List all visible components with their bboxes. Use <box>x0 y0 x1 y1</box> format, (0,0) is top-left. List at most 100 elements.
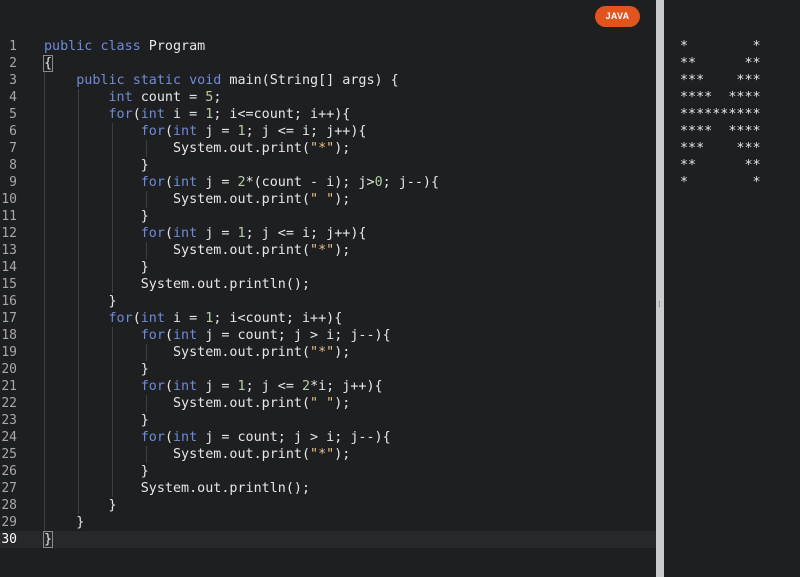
line-number: 26 <box>1 464 17 479</box>
indent-guide <box>146 242 147 259</box>
line-number: 17 <box>1 311 17 326</box>
line-number: 16 <box>1 294 17 309</box>
line-number: 13 <box>1 243 17 258</box>
code-line[interactable]: 6 for(int j = 1; j <= i; j++){ <box>0 123 656 140</box>
indent-guide <box>146 446 147 463</box>
indent-guide <box>146 395 147 412</box>
line-number: 20 <box>1 362 17 377</box>
code-line[interactable]: 5 for(int i = 1; i<=count; i++){ <box>0 106 656 123</box>
line-number: 18 <box>1 328 17 343</box>
code-line[interactable]: 2{ <box>0 55 656 72</box>
code-line[interactable]: 23 } <box>0 412 656 429</box>
code-text: System.out.println(); <box>44 481 311 496</box>
code-text: { <box>42 55 54 72</box>
code-text: } <box>44 464 149 479</box>
code-text: System.out.print("*"); <box>44 345 351 360</box>
code-line[interactable]: 8 } <box>0 157 656 174</box>
indent-guide <box>112 327 113 497</box>
line-number: 23 <box>1 413 17 428</box>
code-text: int count = 5; <box>108 90 222 105</box>
code-text: } <box>44 498 117 513</box>
code-text: public static void main(String[] args) { <box>76 73 399 88</box>
code-text: } <box>44 294 117 309</box>
indent-guide <box>78 89 79 514</box>
indent-guide <box>44 72 45 531</box>
code-editor[interactable]: JAVA 1 public class Program 2{3 public sta… <box>0 0 656 577</box>
code-line[interactable]: 25 System.out.print("*"); <box>0 446 656 463</box>
code-text: for(int j = 1; j <= i; j++){ <box>140 124 367 139</box>
line-number: 12 <box>1 226 17 241</box>
indent-guide <box>146 140 147 157</box>
code-line[interactable]: 27 System.out.println(); <box>0 480 656 497</box>
code-line[interactable]: 21 for(int j = 1; j <= 2*i; j++){ <box>0 378 656 395</box>
line-number: 6 <box>9 124 17 139</box>
line-number: 19 <box>1 345 17 360</box>
code-line[interactable]: 28 } <box>0 497 656 514</box>
line-number: 21 <box>1 379 17 394</box>
code-line[interactable]: 9 for(int j = 2*(count - i); j>0; j--){ <box>0 174 656 191</box>
code-line[interactable]: 14 } <box>0 259 656 276</box>
code-line[interactable]: 7 System.out.print("*"); <box>0 140 656 157</box>
line-number: 4 <box>9 90 17 105</box>
line-number: 27 <box>1 481 17 496</box>
code-text: } <box>44 362 149 377</box>
code-line[interactable]: 26 } <box>0 463 656 480</box>
code-line[interactable]: 3 public static void main(String[] args)… <box>0 72 656 89</box>
code-text: for(int i = 1; i<count; i++){ <box>108 311 343 326</box>
line-number: 10 <box>1 192 17 207</box>
code-line[interactable]: 13 System.out.print("*"); <box>0 242 656 259</box>
code-text: for(int j = 1; j <= 2*i; j++){ <box>140 379 383 394</box>
code-text: System.out.println(); <box>44 277 311 292</box>
code-text: } <box>44 158 149 173</box>
code-line[interactable]: 11 } <box>0 208 656 225</box>
code-line[interactable]: 17 for(int i = 1; i<count; i++){ <box>0 310 656 327</box>
code-text: System.out.print("*"); <box>44 141 351 156</box>
code-line[interactable]: 16 } <box>0 293 656 310</box>
program-output: * * ** ** *** *** **** **** ********** *… <box>680 39 761 190</box>
line-number: 22 <box>1 396 17 411</box>
line-number: 8 <box>9 158 17 173</box>
code-text: for(int i = 1; i<=count; i++){ <box>108 107 351 122</box>
indent-guide <box>112 123 113 293</box>
code-text: System.out.print("*"); <box>44 243 351 258</box>
code-text: for(int j = count; j > i; j--){ <box>140 328 391 343</box>
code-text: } <box>42 531 54 548</box>
code-line[interactable]: 10 System.out.print(" "); <box>0 191 656 208</box>
code-text: } <box>44 515 85 530</box>
code-text: public class Program <box>44 39 206 54</box>
line-number: 24 <box>1 430 17 445</box>
line-number: 30 <box>1 532 17 547</box>
line-number: 25 <box>1 447 17 462</box>
code-text: System.out.print(" "); <box>44 192 351 207</box>
code-line[interactable]: 30} <box>0 531 656 548</box>
code-line[interactable]: 18 for(int j = count; j > i; j--){ <box>0 327 656 344</box>
code-line[interactable]: 12 for(int j = 1; j <= i; j++){ <box>0 225 656 242</box>
indent-guide <box>146 191 147 208</box>
code-line[interactable]: 4 int count = 5; <box>0 89 656 106</box>
line-number: 29 <box>1 515 17 530</box>
code-text: System.out.print(" "); <box>44 396 351 411</box>
code-text: System.out.print("*"); <box>44 447 351 462</box>
code-lines[interactable]: 1 public class Program 2{3 public static v… <box>0 38 656 548</box>
language-badge[interactable]: JAVA <box>595 6 640 27</box>
code-line[interactable]: 24 for(int j = count; j > i; j--){ <box>0 429 656 446</box>
code-line[interactable]: 1 public class Program <box>0 38 656 55</box>
line-number: 7 <box>9 141 17 156</box>
line-number: 14 <box>1 260 17 275</box>
pane-splitter[interactable]: ⁞ <box>656 0 664 577</box>
line-number: 5 <box>9 107 17 122</box>
code-line[interactable]: 29 } <box>0 514 656 531</box>
code-text: for(int j = count; j > i; j--){ <box>140 430 391 445</box>
code-line[interactable]: 20 } <box>0 361 656 378</box>
code-text: } <box>44 260 149 275</box>
line-number: 15 <box>1 277 17 292</box>
code-text: for(int j = 2*(count - i); j>0; j--){ <box>140 175 440 190</box>
code-line[interactable]: 15 System.out.println(); <box>0 276 656 293</box>
line-number: 9 <box>9 175 17 190</box>
code-text: } <box>44 209 149 224</box>
line-number: 1 <box>9 39 17 54</box>
code-text: for(int j = 1; j <= i; j++){ <box>140 226 367 241</box>
code-line[interactable]: 19 System.out.print("*"); <box>0 344 656 361</box>
code-line[interactable]: 22 System.out.print(" "); <box>0 395 656 412</box>
drag-handle-icon[interactable]: ⁞ <box>658 300 662 310</box>
